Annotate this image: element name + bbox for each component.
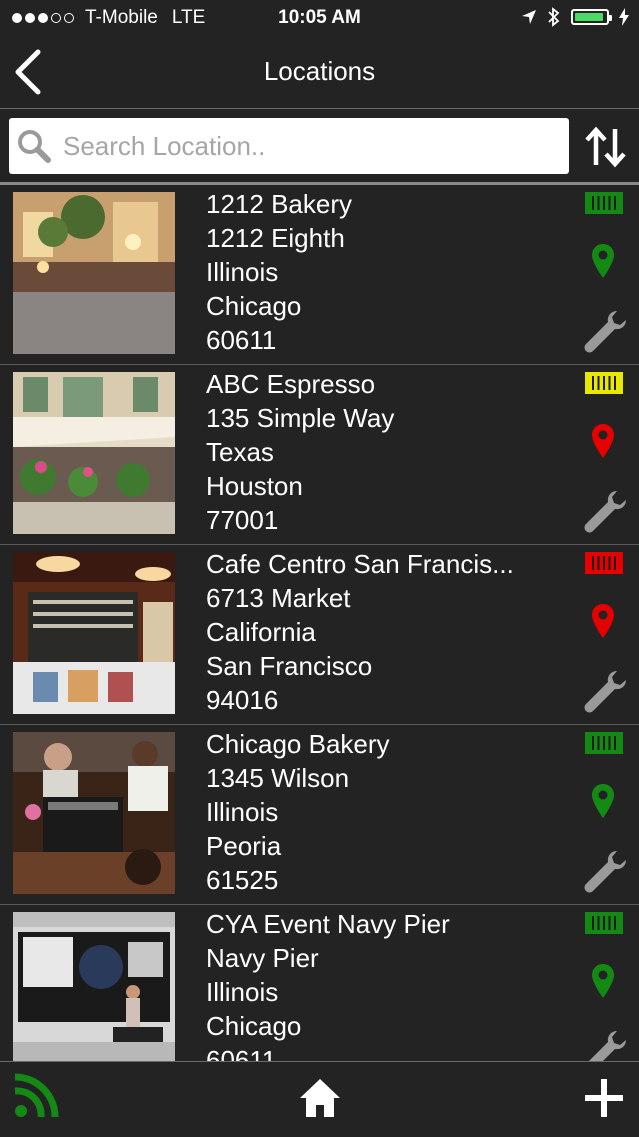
wrench-icon[interactable]	[583, 669, 627, 713]
location-info: 1212 Bakery 1212 Eighth Illinois Chicago…	[206, 187, 576, 357]
location-state: California	[206, 617, 316, 647]
location-photo	[13, 192, 175, 354]
location-street: 6713 Market	[206, 583, 351, 613]
signal-strength-icon	[585, 372, 623, 394]
wrench-icon[interactable]	[583, 489, 627, 533]
location-street: Navy Pier	[206, 943, 319, 973]
page-title: Locations	[263, 56, 376, 86]
map-pin-icon[interactable]	[591, 423, 615, 459]
location-street: 1345 Wilson	[206, 763, 350, 793]
charging-bolt-icon	[619, 8, 629, 26]
bluetooth-icon	[548, 7, 560, 27]
location-zip: 94016	[206, 685, 279, 715]
search-box[interactable]	[9, 118, 569, 174]
sort-arrows-icon	[585, 126, 626, 168]
location-name: 1212 Bakery	[206, 189, 352, 219]
location-photo	[13, 912, 175, 1061]
location-info: ABC Espresso 135 Simple Way Texas Housto…	[206, 367, 576, 537]
signal-strength-icon	[585, 552, 623, 574]
location-name: CYA Event Navy Pier	[206, 909, 450, 939]
wifi-icon	[14, 1073, 59, 1118]
location-photo	[13, 552, 175, 714]
location-info: Cafe Centro San Francis... 6713 Market C…	[206, 547, 576, 717]
location-info: Chicago Bakery 1345 Wilson Illinois Peor…	[206, 727, 576, 897]
home-icon	[300, 1079, 340, 1117]
status-bar: T-Mobile LTE 10:05 AM	[0, 0, 639, 36]
map-pin-icon[interactable]	[591, 963, 615, 999]
location-zip: 60611	[206, 1045, 277, 1061]
location-row[interactable]: CYA Event Navy Pier Navy Pier Illinois C…	[0, 905, 639, 1061]
location-city: Chicago	[206, 291, 302, 321]
location-zip: 61525	[206, 865, 279, 895]
location-city: Chicago	[206, 1011, 302, 1041]
signal-strength-icon	[585, 192, 623, 214]
map-pin-icon[interactable]	[591, 783, 615, 819]
location-row[interactable]: 1212 Bakery 1212 Eighth Illinois Chicago…	[0, 185, 639, 365]
location-row[interactable]: Cafe Centro San Francis... 6713 Market C…	[0, 545, 639, 725]
wrench-icon[interactable]	[583, 309, 627, 353]
location-state: Illinois	[206, 257, 279, 287]
signal-strength-icon	[585, 732, 623, 754]
wifi-button[interactable]	[12, 1072, 60, 1120]
location-city: Houston	[206, 471, 303, 501]
location-name: Cafe Centro San Francis...	[206, 549, 514, 579]
location-list: 1212 Bakery 1212 Eighth Illinois Chicago…	[0, 185, 639, 1061]
map-pin-icon[interactable]	[591, 243, 615, 279]
plus-icon	[585, 1079, 623, 1117]
sort-button[interactable]	[584, 125, 628, 169]
wrench-icon[interactable]	[583, 849, 627, 893]
location-street: 1212 Eighth	[206, 223, 345, 253]
location-info: CYA Event Navy Pier Navy Pier Illinois C…	[206, 907, 576, 1061]
battery-icon	[571, 9, 612, 25]
location-name: ABC Espresso	[206, 369, 376, 399]
location-city: Peoria	[206, 831, 282, 861]
signal-strength-icon	[585, 912, 623, 934]
map-pin-icon[interactable]	[591, 603, 615, 639]
location-city: San Francisco	[206, 651, 373, 681]
wrench-icon[interactable]	[583, 1029, 627, 1061]
location-zip: 60611	[206, 325, 277, 355]
search-input[interactable]	[61, 129, 545, 163]
location-state: Illinois	[206, 977, 279, 1007]
search-row	[0, 109, 639, 183]
location-photo	[13, 732, 175, 894]
location-state: Texas	[206, 437, 274, 467]
tab-bar	[0, 1061, 639, 1137]
location-row[interactable]: Chicago Bakery 1345 Wilson Illinois Peor…	[0, 725, 639, 905]
location-zip: 77001	[206, 505, 279, 535]
add-button[interactable]	[582, 1076, 626, 1120]
location-street: 135 Simple Way	[206, 403, 395, 433]
location-photo	[13, 372, 175, 534]
search-icon	[18, 130, 51, 163]
location-state: Illinois	[206, 797, 279, 827]
status-right	[521, 6, 629, 28]
home-button[interactable]	[298, 1076, 342, 1120]
location-row[interactable]: ABC Espresso 135 Simple Way Texas Housto…	[0, 365, 639, 545]
navigation-bar: Locations	[0, 36, 639, 109]
location-name: Chicago Bakery	[206, 729, 390, 759]
location-arrow-icon	[522, 10, 536, 24]
